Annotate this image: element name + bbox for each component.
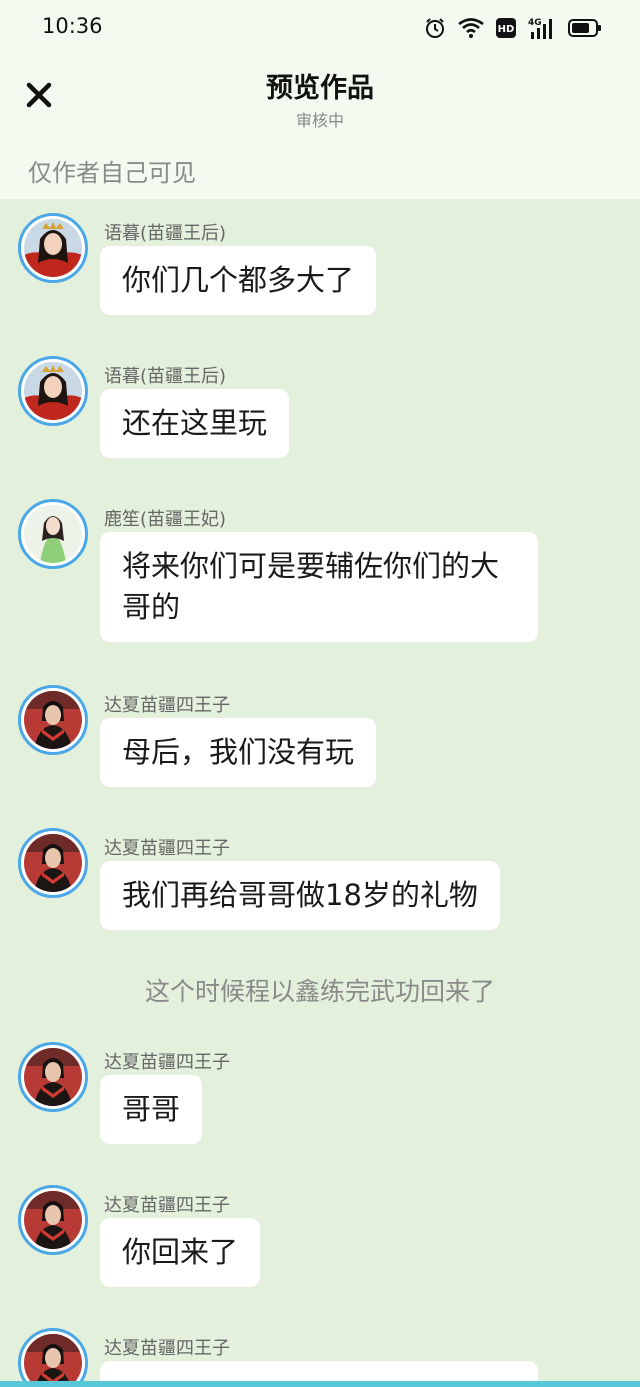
status-bar: 10:36 HD 4G: [0, 0, 640, 56]
prince-avatar-icon: [24, 691, 82, 749]
prince-avatar-icon: [24, 1191, 82, 1249]
narration-text: 这个时候程以鑫练完武功回来了: [144, 977, 495, 1006]
avatar[interactable]: [18, 356, 88, 426]
network-label: 4G: [528, 18, 542, 28]
message-bubble[interactable]: 还在这里玩: [100, 389, 290, 458]
visibility-note: 仅作者自己可见: [28, 159, 196, 187]
prince-avatar-icon: [24, 1048, 82, 1106]
avatar[interactable]: [18, 1328, 88, 1387]
hd-label: HD: [498, 24, 515, 35]
message-bubble[interactable]: 我们再给哥哥做18岁的礼物: [100, 861, 500, 930]
review-status: 审核中: [295, 111, 344, 130]
message-bubble[interactable]: 哥哥: [100, 1075, 203, 1144]
message-bubble[interactable]: 将来你们可是要辅佐你们的大哥的: [100, 532, 538, 642]
sender-name: 达夏苗疆四王子: [104, 1052, 230, 1073]
sender-name: 达夏苗疆四王子: [104, 1195, 230, 1216]
avatar[interactable]: [18, 685, 88, 755]
header-area: 10:36 HD 4G 预览作品 审核中 仅作者自己可见: [0, 0, 640, 199]
status-time: 10:36: [42, 14, 103, 38]
prince-avatar-icon: [24, 834, 82, 892]
sender-name: 语暮(苗疆王后): [104, 366, 227, 387]
avatar[interactable]: [18, 828, 88, 898]
message-bubble[interactable]: 你们几个都多大了: [100, 246, 377, 315]
signal-4g-icon: 4G: [528, 17, 556, 39]
status-icons: HD 4G: [424, 14, 602, 42]
prince-avatar-icon: [24, 1334, 82, 1387]
bottom-accent-bar: [0, 1381, 640, 1387]
sender-name: 鹿笙(苗疆王妃): [104, 509, 227, 530]
hd-icon: HD: [496, 18, 516, 38]
sender-name: 达夏苗疆四王子: [104, 695, 230, 716]
battery-icon: [568, 19, 602, 37]
alarm-icon: [424, 17, 446, 39]
avatar[interactable]: [18, 499, 88, 569]
consort-avatar-icon: [24, 505, 82, 563]
queen-avatar-icon: [24, 362, 82, 420]
page-title: 预览作品: [266, 73, 374, 104]
sender-name: 达夏苗疆四王子: [104, 838, 230, 859]
avatar[interactable]: [18, 1042, 88, 1112]
avatar[interactable]: [18, 1185, 88, 1255]
wifi-icon: [458, 18, 484, 38]
chat-preview[interactable]: 语暮(苗疆王后) 你们几个都多大了 语暮(苗疆王后) 还在这里玩 鹿笙(苗疆王妃…: [0, 199, 640, 1387]
avatar[interactable]: [18, 213, 88, 283]
sender-name: 达夏苗疆四王子: [104, 1338, 230, 1359]
message-bubble[interactable]: 母后，我们没有玩: [100, 718, 377, 787]
sender-name: 语暮(苗疆王后): [104, 223, 227, 244]
message-bubble[interactable]: 你回来了: [100, 1218, 261, 1287]
queen-avatar-icon: [24, 219, 82, 277]
